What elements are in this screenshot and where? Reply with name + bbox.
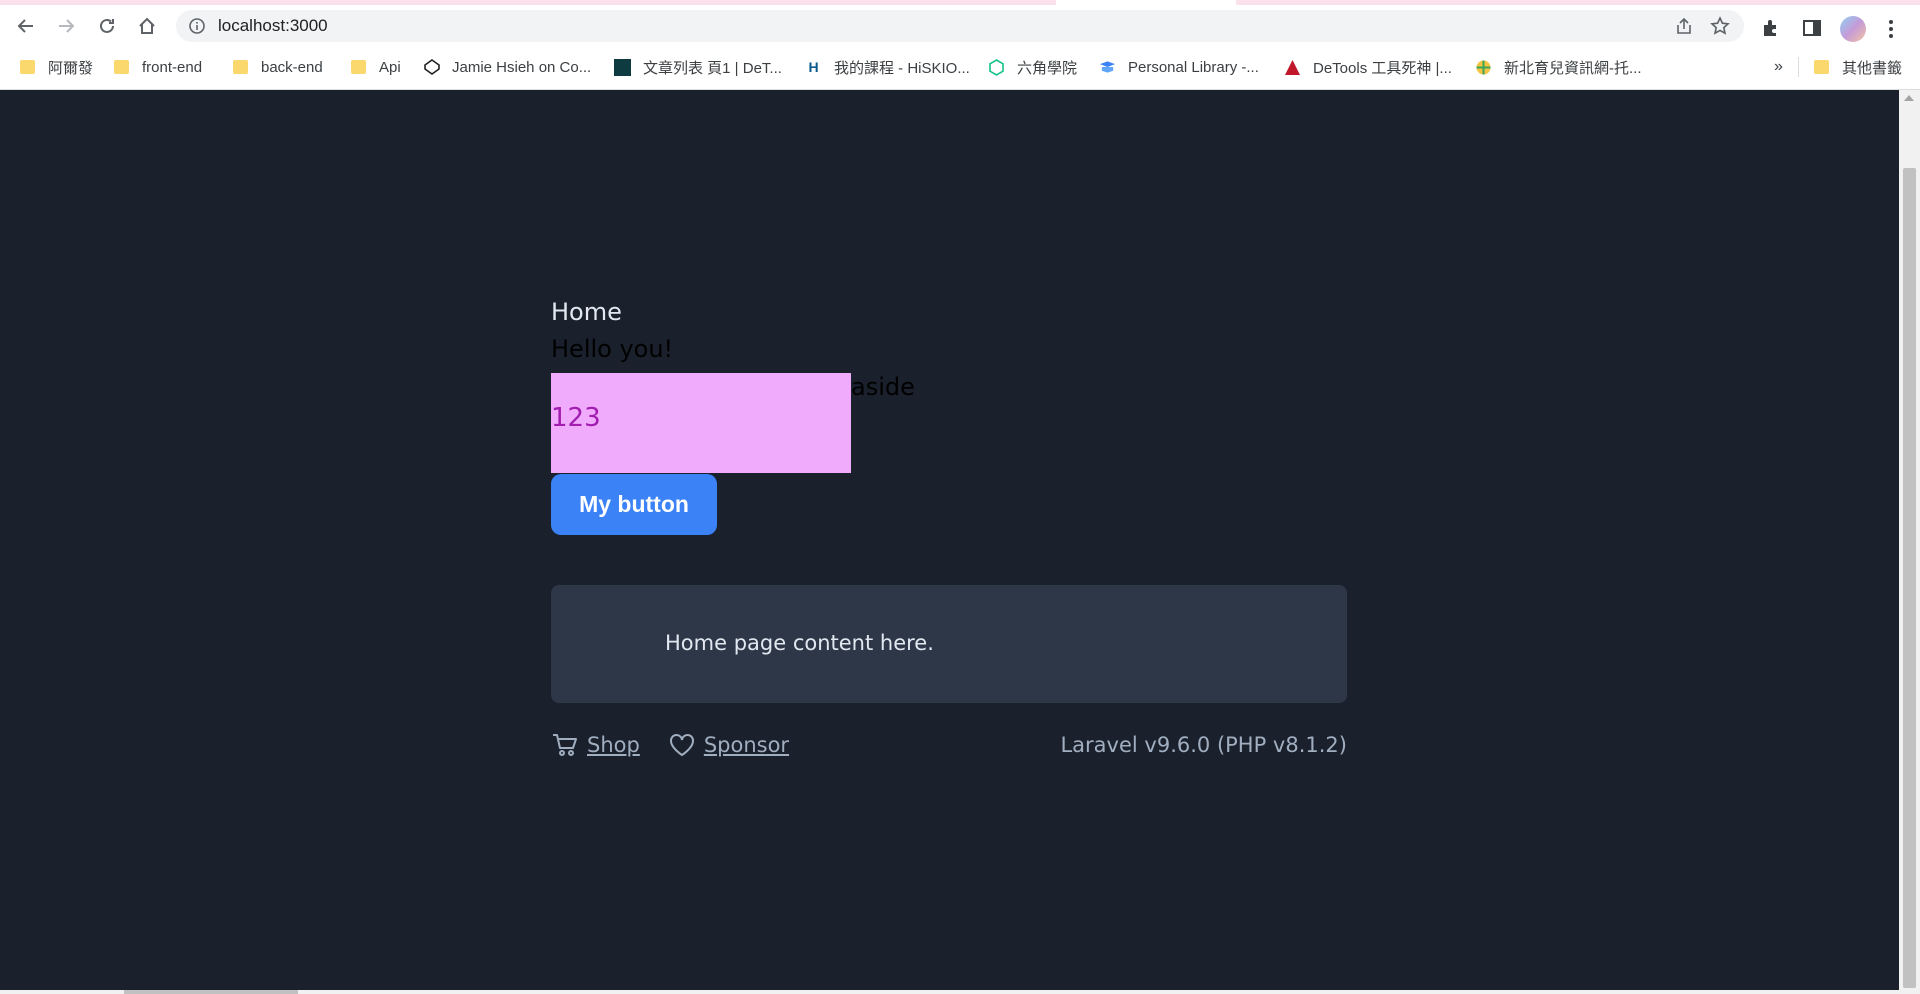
bookmark-item[interactable]: front-end xyxy=(113,47,202,87)
other-bookmarks-item[interactable]: 其他書籤 xyxy=(1813,47,1902,87)
pink-box: 123 xyxy=(551,373,851,473)
card-message: Home page content here. xyxy=(665,631,934,655)
bookmark-label: 文章列表 頁1 | DeT... xyxy=(643,59,782,77)
home-icon[interactable] xyxy=(135,14,159,38)
folder-icon xyxy=(1813,59,1830,76)
bookmark-item[interactable]: 新北育兒資訊網-托... xyxy=(1475,47,1642,87)
aside-text: aside xyxy=(851,373,915,401)
url-text[interactable]: localhost:3000 xyxy=(218,10,328,42)
bookmark-label: 其他書籤 xyxy=(1842,59,1903,77)
cart-icon xyxy=(553,734,577,756)
globe-icon xyxy=(1475,59,1492,76)
extensions-icon[interactable] xyxy=(1760,17,1782,39)
site-icon xyxy=(614,58,631,76)
profile-avatar[interactable] xyxy=(1840,16,1866,42)
bookmark-item[interactable]: 文章列表 頁1 | DeT... xyxy=(614,47,782,87)
detools-icon xyxy=(1284,59,1301,76)
bookmark-item[interactable]: H 我的課程 - HiSKIO... xyxy=(805,47,970,87)
shop-label: Shop xyxy=(587,733,640,757)
library-icon xyxy=(1099,59,1116,76)
shop-link[interactable]: Shop xyxy=(551,731,640,759)
bookmark-label: 阿爾發 xyxy=(48,59,94,77)
footer-links: Shop Sponsor xyxy=(551,730,817,760)
folder-icon xyxy=(350,59,367,76)
browser-toolbar: localhost:3000 xyxy=(0,5,1920,47)
my-button[interactable]: My button xyxy=(551,474,717,535)
bookmark-label: front-end xyxy=(142,58,203,76)
horizontal-scrollbar[interactable] xyxy=(0,990,1899,994)
share-icon[interactable] xyxy=(1674,16,1694,36)
bookmark-item[interactable]: Api xyxy=(350,47,401,87)
bookmark-item[interactable]: Personal Library -... xyxy=(1099,47,1259,87)
content-card: Home page content here. xyxy=(551,585,1347,703)
side-panel-icon[interactable] xyxy=(1801,17,1823,39)
bookmark-label: 新北育兒資訊網-托... xyxy=(1504,59,1642,77)
version-text: Laravel v9.6.0 (PHP v8.1.2) xyxy=(1060,733,1347,757)
bookmark-item[interactable]: DeTools 工具死神 |... xyxy=(1284,47,1452,87)
hiskio-icon: H xyxy=(808,59,819,75)
vertical-scrollbar[interactable] xyxy=(1899,90,1920,994)
bookmark-label: Api xyxy=(379,58,401,76)
hexschool-icon xyxy=(988,58,1005,76)
bookmark-star-icon[interactable] xyxy=(1710,16,1730,36)
browser-chrome: localhost:3000 阿爾發 front-end back-end Ap… xyxy=(0,0,1920,90)
menu-kebab-icon[interactable] xyxy=(1888,18,1894,40)
reload-icon[interactable] xyxy=(95,14,119,38)
folder-icon xyxy=(19,59,36,76)
bookmark-item[interactable]: Jamie Hsieh on Co... xyxy=(423,47,591,87)
sponsor-label: Sponsor xyxy=(703,733,790,757)
codepen-icon xyxy=(423,59,440,76)
site-info-icon[interactable] xyxy=(188,17,206,35)
back-icon[interactable] xyxy=(14,14,38,38)
bookmarks-bar: 阿爾發 front-end back-end Api Jamie Hsieh o… xyxy=(0,47,1920,87)
hello-text: Hello you! xyxy=(551,335,674,363)
bookmark-label: 六角學院 xyxy=(1017,59,1078,77)
bookmark-label: DeTools 工具死神 |... xyxy=(1313,59,1452,77)
folder-icon xyxy=(232,59,249,76)
bookmark-label: 我的課程 - HiSKIO... xyxy=(834,59,970,77)
bookmarks-divider xyxy=(1798,57,1799,77)
sponsor-link[interactable]: Sponsor xyxy=(668,731,789,759)
bookmark-item[interactable]: 阿爾發 xyxy=(19,47,93,87)
bookmarks-overflow-button[interactable]: » xyxy=(1774,47,1783,87)
bookmark-item[interactable]: 六角學院 xyxy=(988,47,1077,87)
bookmark-label: Jamie Hsieh on Co... xyxy=(452,58,592,76)
bookmark-label: Personal Library -... xyxy=(1128,58,1259,76)
forward-icon[interactable] xyxy=(54,14,78,38)
box-text: 123 xyxy=(551,403,601,433)
address-bar[interactable]: localhost:3000 xyxy=(176,10,1744,42)
nav-home-link[interactable]: Home xyxy=(551,298,622,326)
scroll-up-icon[interactable] xyxy=(1904,95,1914,101)
page-body: Home Hello you! 123 aside My button Home… xyxy=(0,90,1899,990)
heart-icon xyxy=(669,734,694,757)
scroll-thumb[interactable] xyxy=(1903,168,1916,988)
bookmark-item[interactable]: back-end xyxy=(232,47,323,87)
hscroll-thumb[interactable] xyxy=(124,990,298,994)
folder-icon xyxy=(113,59,130,76)
bookmark-label: back-end xyxy=(261,58,323,76)
